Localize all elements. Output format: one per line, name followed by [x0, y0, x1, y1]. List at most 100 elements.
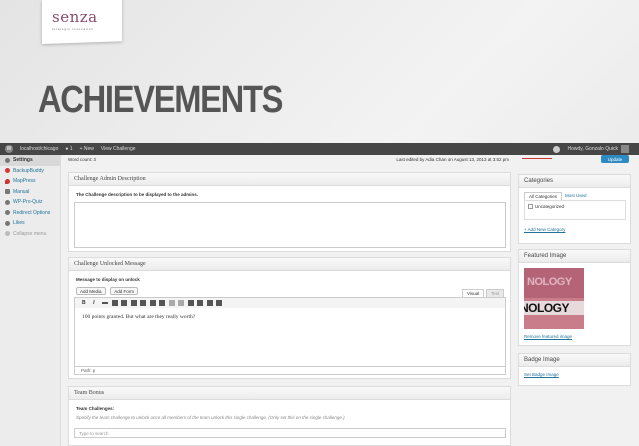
sidebar-item-label: Settings [13, 157, 33, 164]
sidebar-item-label: Manual [13, 188, 30, 195]
sidebar-item-wp-pro-quiz[interactable]: WP-Pro-Quiz [0, 197, 60, 208]
sidebar-item-label: BackupBuddy [13, 167, 44, 174]
tab-text[interactable]: Text [485, 289, 505, 297]
remove-featured-image-link[interactable]: Remove featured image [524, 334, 572, 339]
sidebar-item-redirect-options[interactable]: Redirect Options [0, 208, 60, 219]
badge-image-title: Badge Image [524, 357, 560, 363]
list-item[interactable]: Uncategorized [528, 204, 622, 209]
strikethrough-icon[interactable] [102, 302, 109, 304]
more-tag-icon[interactable] [187, 300, 194, 306]
admin-sidebar: Settings BackupBuddy MapPress Manual WP-… [0, 155, 61, 446]
tab-visual[interactable]: Visual [462, 289, 485, 297]
categories-box: Categories All Categories Most Used Unca… [518, 174, 631, 244]
box-title[interactable]: Challenge Admin Description [69, 173, 510, 186]
new-button[interactable]: + New [80, 146, 94, 152]
add-media-button[interactable]: Add Media [76, 287, 106, 295]
likes-icon [5, 220, 10, 226]
redirect-icon [5, 210, 10, 216]
box-title[interactable]: Categories [519, 175, 630, 188]
add-form-button[interactable]: Add Form [110, 287, 138, 295]
sidebar-item-backupbuddy[interactable]: BackupBuddy [0, 166, 60, 177]
admin-description-textarea[interactable] [74, 202, 506, 248]
howdy-user[interactable]: Howdy, Gonzalo Quick [568, 146, 618, 152]
admin-description-box: Challenge Admin Description The Challeng… [68, 172, 511, 252]
quiz-icon [5, 199, 10, 205]
update-button[interactable]: Update [601, 155, 629, 163]
wordpress-screenshot: W localhost/chicago ● 1 + New View Chall… [0, 143, 639, 446]
image-text-top: NOLOGY [527, 276, 572, 288]
toolbar-toggle-icon[interactable] [216, 300, 223, 306]
unlocked-message-label: Message to display on unlock [76, 277, 140, 282]
sidebar-item-likes[interactable]: Likes [0, 218, 60, 229]
box-title[interactable]: Team Bonus [69, 387, 510, 400]
box-title[interactable]: Featured Image [519, 250, 630, 263]
admin-bar: W localhost/chicago ● 1 + New View Chall… [0, 143, 639, 155]
editor-tabs: Visual Text [462, 289, 505, 297]
unlocked-message-box: Challenge Unlocked Message Message to di… [68, 257, 511, 379]
tab-all-categories[interactable]: All Categories [524, 192, 563, 200]
category-tabs: All Categories Most Used [524, 192, 587, 200]
settings-icon [5, 157, 10, 163]
link-icon[interactable] [168, 300, 175, 306]
category-label: Uncategorized [535, 204, 565, 209]
box-title[interactable]: Challenge Unlocked Message [69, 258, 510, 271]
featured-image-thumbnail[interactable]: NOLOGY NOLOGY [524, 268, 584, 329]
sidebar-item-settings[interactable]: Settings [0, 155, 60, 166]
last-edited: Last edited by Adia Chan on August 13, 2… [396, 157, 509, 162]
align-right-icon[interactable] [159, 300, 166, 306]
align-center-icon[interactable] [149, 300, 156, 306]
slide-title: ACHIEVEMENTS [38, 79, 283, 121]
sidebar-item-label: MapPress [13, 178, 36, 185]
numbered-list-icon[interactable] [121, 300, 128, 306]
editor-path-bar: Path: p [74, 366, 506, 375]
map-pin-icon [5, 178, 10, 184]
sidebar-item-collapse-menu[interactable]: Collapse menu [0, 229, 60, 240]
wordpress-logo-icon[interactable]: W [5, 145, 13, 153]
site-link[interactable]: localhost/chicago [20, 146, 58, 152]
bold-button[interactable]: B [82, 300, 86, 306]
unlocked-message-body: 100 points granted. But what are they re… [82, 314, 196, 320]
trash-link-underline [522, 158, 552, 159]
collapse-icon [5, 231, 10, 237]
badge-image-box: Badge Image Set Badge Image [518, 353, 631, 386]
logo: senza [52, 8, 98, 26]
unlink-icon[interactable] [178, 300, 185, 306]
box-title[interactable]: Badge Image [519, 354, 630, 367]
sidebar-item-label: Likes [13, 220, 25, 227]
blockquote-icon[interactable] [130, 300, 137, 306]
notification-icon[interactable] [552, 145, 560, 153]
word-count: Word count: 3 [68, 157, 96, 162]
logo-tagline: strategic innovation [52, 27, 94, 31]
form-icon[interactable] [206, 300, 213, 306]
align-left-icon[interactable] [140, 300, 147, 306]
category-list: Uncategorized [524, 200, 626, 220]
view-challenge-link[interactable]: View Challenge [101, 146, 136, 152]
bullet-list-icon[interactable] [111, 300, 118, 306]
team-challenge-search-input[interactable]: Type to search [74, 428, 506, 438]
editor-status-bar: Word count: 3 Last edited by Adia Chan o… [68, 155, 509, 164]
tab-most-used[interactable]: Most Used [565, 193, 587, 200]
comments-icon[interactable]: ● 1 [65, 146, 72, 152]
sidebar-item-label: WP-Pro-Quiz [13, 199, 43, 206]
unlocked-message-editor[interactable]: 100 points granted. But what are they re… [74, 308, 506, 367]
fullscreen-icon[interactable] [197, 300, 204, 306]
italic-button[interactable]: I [93, 300, 94, 306]
comments-count: 1 [69, 146, 73, 152]
search-placeholder: Type to search [79, 430, 109, 436]
new-label: New [83, 146, 94, 152]
team-bonus-box: Team Bonus Team Challenges: Specify the … [68, 386, 511, 446]
featured-image-box: Featured Image NOLOGY NOLOGY Remove feat… [518, 249, 631, 346]
sidebar-item-mappress[interactable]: MapPress [0, 176, 60, 187]
set-badge-image-link[interactable]: Set Badge Image [524, 372, 559, 377]
sidebar-item-manual[interactable]: Manual [0, 187, 60, 198]
sidebar-item-label: Redirect Options [13, 209, 51, 216]
add-new-category-link[interactable]: + Add New Category [524, 227, 565, 232]
avatar[interactable] [621, 145, 629, 153]
category-checkbox[interactable] [528, 204, 533, 209]
team-challenges-label: Team Challenges: [76, 406, 115, 411]
backup-icon [5, 168, 10, 174]
manual-icon [5, 189, 10, 195]
team-challenges-hint: Specify the team challenge to unlock onc… [76, 415, 345, 420]
image-text-bottom: NOLOGY [524, 301, 570, 315]
admin-description-label: The Challenge description to be displaye… [76, 192, 199, 197]
